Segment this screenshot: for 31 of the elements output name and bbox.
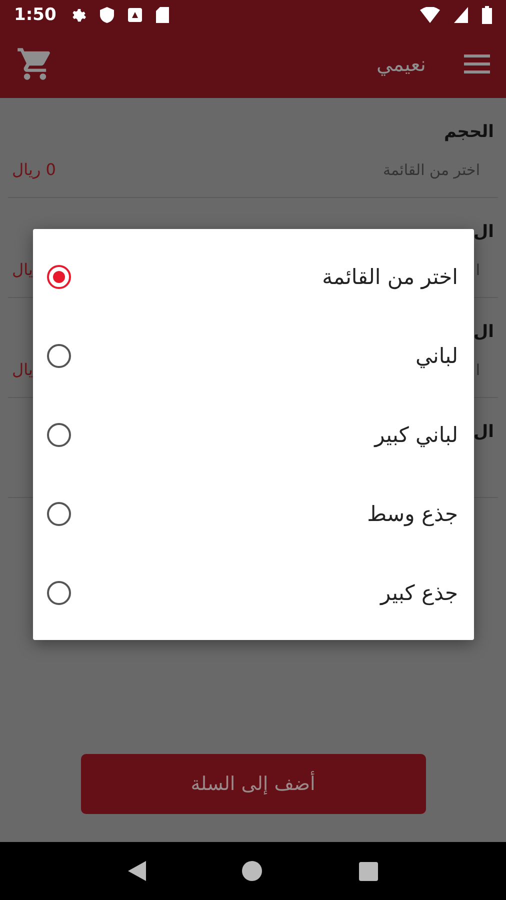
option-item[interactable]: اختر من القائمة xyxy=(33,237,474,316)
option-item[interactable]: لباني كبير xyxy=(33,395,474,474)
menu-icon[interactable] xyxy=(464,54,490,74)
battery-icon xyxy=(482,6,492,24)
wifi-icon xyxy=(420,7,440,23)
option-item[interactable]: جذع كبير xyxy=(33,553,474,632)
option-item[interactable]: لباني xyxy=(33,316,474,395)
signal-icon xyxy=(454,7,468,23)
app-title: نعيمي xyxy=(376,52,426,76)
settings-icon xyxy=(70,7,86,23)
shield-icon xyxy=(100,7,114,23)
radio-button[interactable] xyxy=(47,422,71,446)
back-icon[interactable] xyxy=(128,861,146,881)
section-title: ال xyxy=(473,322,494,342)
section-title: ال xyxy=(473,422,494,442)
price-text: يال xyxy=(12,360,33,379)
section-title: الحجم xyxy=(444,122,494,142)
price-text: يال xyxy=(12,260,33,279)
option-item[interactable]: جذع وسط xyxy=(33,474,474,553)
radio-button[interactable] xyxy=(47,502,71,526)
sd-card-icon xyxy=(156,7,170,23)
section-title: ال xyxy=(473,222,494,242)
recents-icon[interactable] xyxy=(358,862,378,880)
radio-button[interactable] xyxy=(47,580,71,604)
add-to-cart-button[interactable]: أضف إلى السلة xyxy=(80,754,426,814)
status-time: 1:50 xyxy=(14,5,56,25)
radio-button[interactable] xyxy=(47,344,71,368)
price-text: 0 ريال xyxy=(12,160,56,179)
radio-button[interactable] xyxy=(47,264,71,288)
image-icon xyxy=(128,8,142,22)
home-icon[interactable] xyxy=(242,861,262,881)
